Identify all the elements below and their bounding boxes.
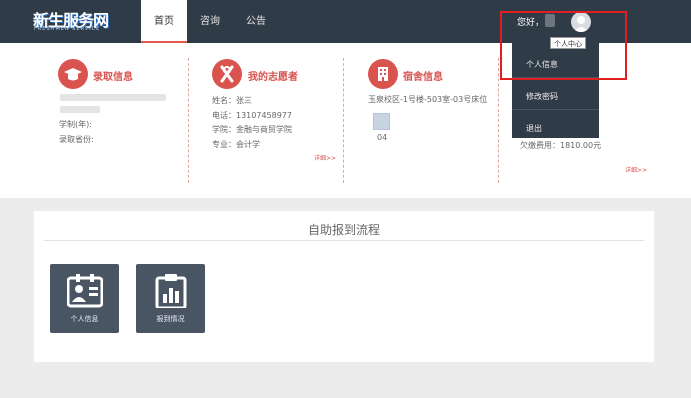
- volunteer-title: 我的志愿者: [248, 72, 298, 83]
- redacted-field: [60, 94, 166, 101]
- menu-item-change-password[interactable]: 修改密码: [526, 91, 558, 102]
- admission-province: 录取省份:: [59, 135, 94, 144]
- volunteer-details-link[interactable]: 详细>>: [314, 153, 336, 162]
- dorm-location: 玉泉校区-1号楼-503室-03号床位: [368, 95, 488, 104]
- fees-unpaid: 欠缴费用：1810.00元: [520, 141, 602, 150]
- volunteer-phone: 电话：13107458977: [212, 111, 292, 120]
- id-card-icon: [67, 274, 103, 308]
- tab-consult[interactable]: 咨询: [187, 0, 233, 43]
- admission-title: 录取信息: [93, 72, 133, 83]
- building-icon: [368, 59, 398, 89]
- bed-number: 04: [377, 133, 388, 142]
- graduation-cap-icon: [58, 59, 88, 89]
- tab-announcement[interactable]: 公告: [233, 0, 279, 43]
- menu-item-logout[interactable]: 退出: [526, 123, 542, 134]
- volunteer-name: 姓名：张三: [212, 96, 252, 105]
- roommate-avatar[interactable]: [373, 113, 390, 130]
- volunteer-college: 学院：金融与商贸学院: [212, 125, 292, 134]
- column-divider: [188, 58, 189, 183]
- volunteer-major: 专业：会计学: [212, 140, 260, 149]
- panel-divider: [44, 240, 644, 241]
- clipboard-chart-icon: [155, 274, 187, 308]
- volunteer-ribbon-icon: [212, 59, 242, 89]
- admission-years: 学制(年):: [59, 120, 92, 129]
- tile-label: 报到情况: [156, 315, 185, 323]
- site-logo[interactable]: 新生服务网 FRESHMEN SERVICE: [33, 7, 115, 35]
- self-checkin-panel: 自助报到流程 个人信息 报到情况: [34, 211, 654, 362]
- logo-subtext: FRESHMEN SERVICE: [34, 26, 101, 32]
- panel-title: 自助报到流程: [307, 223, 380, 237]
- tile-checkin-status[interactable]: 报到情况: [136, 264, 205, 333]
- menu-divider: [512, 109, 599, 110]
- dorm-title: 宿舍信息: [403, 72, 443, 83]
- tab-home[interactable]: 首页: [141, 0, 187, 43]
- tile-label: 个人信息: [70, 315, 99, 323]
- column-divider: [498, 58, 499, 183]
- annotation-highlight-box: [500, 11, 627, 80]
- tile-personal-info[interactable]: 个人信息: [50, 264, 119, 333]
- redacted-field: [60, 106, 100, 113]
- column-divider: [343, 58, 344, 183]
- fees-details-link[interactable]: 详细>>: [625, 165, 647, 174]
